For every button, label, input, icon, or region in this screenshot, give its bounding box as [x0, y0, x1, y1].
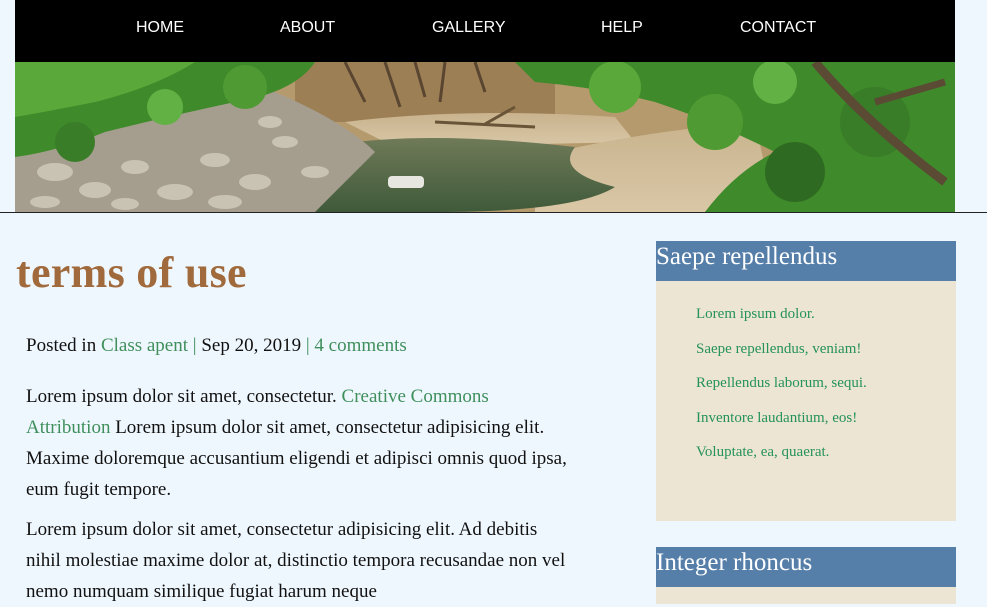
article-content: Posted in Class apent | Sep 20, 2019 | 4…: [26, 330, 571, 607]
article-paragraph: Lorem ipsum dolor sit amet, consectetur.…: [26, 381, 571, 505]
header-divider: [0, 212, 987, 213]
category-link[interactable]: Class apent: [101, 335, 188, 356]
nav-contact[interactable]: CONTACT: [740, 0, 816, 55]
sidebar-widget-links: Lorem ipsum dolor. Saepe repellendus, ve…: [656, 281, 956, 521]
page-title: terms of use: [16, 248, 247, 297]
paragraph-text: Lorem ipsum dolor sit amet, consectetur.: [26, 386, 337, 407]
sidebar-link[interactable]: Repellendus laborum, sequi.: [696, 375, 867, 391]
list-item: Voluptate, ea, quaerat.: [696, 444, 956, 479]
post-meta-prefix: Posted in: [26, 335, 97, 356]
nav-home[interactable]: HOME: [136, 0, 184, 55]
nav-help[interactable]: HELP: [601, 0, 643, 55]
meta-separator: |: [192, 335, 197, 356]
sidebar-widget-title: Saepe repellendus: [656, 241, 956, 281]
comments-link[interactable]: 4 comments: [314, 335, 406, 356]
header-banner-image: [15, 62, 955, 212]
sidebar-link-list: Lorem ipsum dolor. Saepe repellendus, ve…: [656, 281, 956, 479]
main-nav: HOME ABOUT GALLERY HELP CONTACT: [15, 0, 955, 62]
list-item: Inventore laudantium, eos!: [696, 410, 956, 445]
sidebar-widget-title: Integer rhoncus: [656, 547, 956, 587]
list-item: Saepe repellendus, veniam!: [696, 341, 956, 376]
sidebar-link[interactable]: Saepe repellendus, veniam!: [696, 341, 861, 357]
sidebar-link[interactable]: Voluptate, ea, quaerat.: [696, 444, 829, 460]
sidebar-link[interactable]: Lorem ipsum dolor.: [696, 306, 815, 322]
list-item: Lorem ipsum dolor.: [696, 306, 956, 341]
sidebar-link[interactable]: Inventore laudantium, eos!: [696, 410, 857, 426]
list-item: Repellendus laborum, sequi.: [696, 375, 956, 410]
sidebar-widget-body: [656, 587, 956, 604]
meta-separator: |: [305, 335, 310, 356]
nav-about[interactable]: ABOUT: [280, 0, 335, 55]
post-date: Sep 20, 2019: [201, 335, 302, 356]
nav-gallery[interactable]: GALLERY: [432, 0, 506, 55]
post-meta: Posted in Class apent | Sep 20, 2019 | 4…: [26, 330, 571, 361]
article-paragraph: Lorem ipsum dolor sit amet, consectetur …: [26, 519, 566, 602]
